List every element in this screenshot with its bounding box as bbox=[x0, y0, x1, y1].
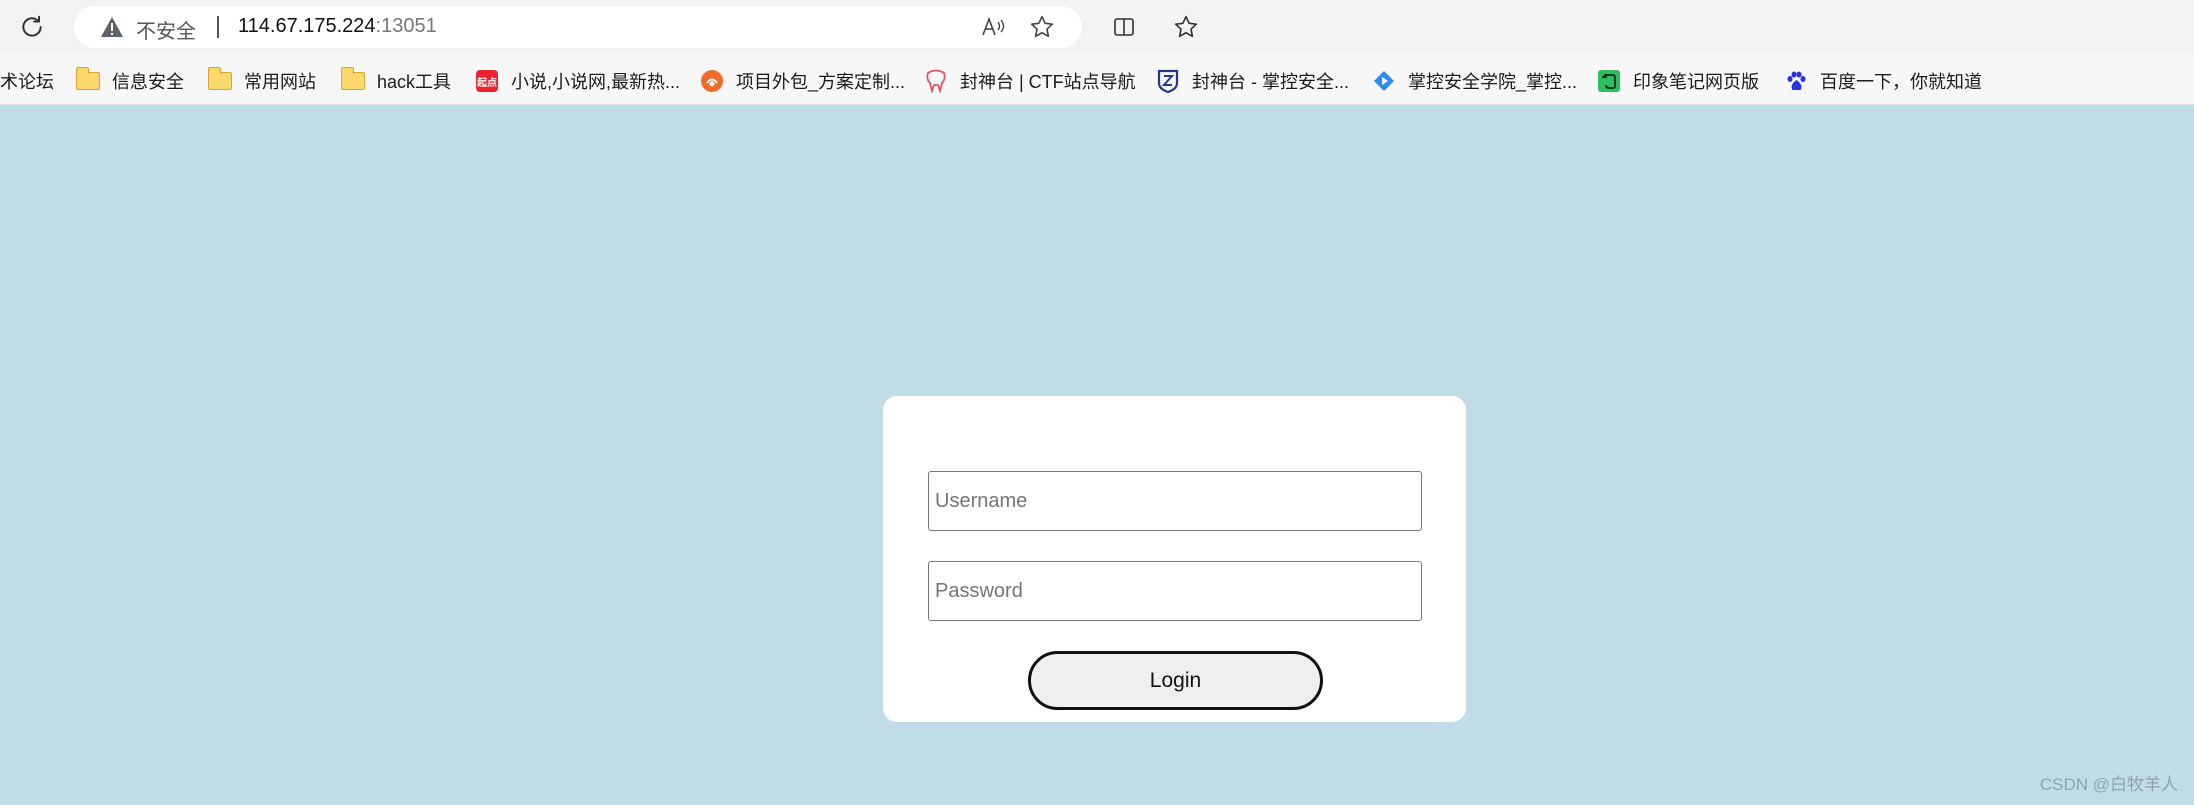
reload-button[interactable] bbox=[12, 7, 52, 47]
baidu-paw-icon bbox=[1784, 70, 1808, 92]
bookmark-label: 掌控安全学院_掌控... bbox=[1408, 72, 1578, 92]
bookmark-label: 信息安全 bbox=[112, 72, 184, 92]
bookmark-5[interactable]: 项目外包_方案定制... bbox=[700, 66, 905, 96]
split-screen-button[interactable] bbox=[1104, 7, 1144, 47]
username-input[interactable] bbox=[928, 471, 1422, 531]
bookmark-label: hack工具 bbox=[377, 72, 452, 92]
bookmark-label: 小说,小说网,最新热... bbox=[511, 72, 681, 92]
read-aloud-button[interactable] bbox=[978, 12, 1010, 42]
bookmark-label: 印象笔记网页版 bbox=[1633, 72, 1759, 92]
bookmark-4[interactable]: 起点 小说,小说网,最新热... bbox=[475, 66, 680, 96]
reload-icon bbox=[22, 15, 42, 37]
favorites-star-icon bbox=[1174, 15, 1198, 38]
folder-icon bbox=[208, 67, 232, 92]
browser-toolbar: 不安全 114.67.175.224:13051 bbox=[0, 0, 2194, 54]
url-host: 114.67.175.224 bbox=[238, 15, 376, 37]
split-screen-icon bbox=[1114, 18, 1134, 36]
bookmark-label: 常用网站 bbox=[244, 72, 316, 92]
warning-icon[interactable] bbox=[100, 16, 124, 38]
evernote-icon bbox=[1597, 70, 1621, 92]
bookmark-label: 封神台 | CTF站点导航 bbox=[960, 72, 1136, 92]
orange-circle-icon bbox=[700, 70, 724, 92]
bookmark-label: 项目外包_方案定制... bbox=[736, 72, 906, 92]
folder-icon bbox=[341, 67, 365, 92]
bookmark-0[interactable]: 术论坛 bbox=[0, 66, 54, 96]
bookmark-folder-3[interactable]: hack工具 bbox=[341, 66, 451, 96]
folder-icon bbox=[76, 67, 100, 92]
bookmark-6[interactable]: 封神台 | CTF站点导航 bbox=[924, 66, 1136, 96]
shield-icon bbox=[1156, 69, 1180, 93]
url-port: :13051 bbox=[375, 15, 437, 37]
bookmark-label: 术论坛 bbox=[0, 72, 54, 92]
bookmark-label: 封神台 - 掌控安全... bbox=[1192, 72, 1349, 92]
read-aloud-icon bbox=[982, 16, 1005, 36]
address-bar[interactable]: 不安全 114.67.175.224:13051 bbox=[74, 6, 1082, 48]
bookmark-10[interactable]: 百度一下，你就知道 bbox=[1784, 66, 1982, 96]
bookmark-label: 百度一下，你就知道 bbox=[1820, 72, 1982, 92]
qidian-icon: 起点 bbox=[475, 70, 499, 92]
url-text[interactable]: 114.67.175.224:13051 bbox=[238, 15, 437, 38]
star-icon bbox=[1030, 15, 1054, 38]
browser-window: 不安全 114.67.175.224:13051 术论坛 信息安全 常用网站 h… bbox=[0, 0, 2194, 805]
bookmark-folder-2[interactable]: 常用网站 bbox=[208, 66, 316, 96]
add-favorite-button[interactable] bbox=[1026, 12, 1058, 42]
bookmark-9[interactable]: 印象笔记网页版 bbox=[1597, 66, 1759, 96]
diamond-icon bbox=[1372, 70, 1396, 92]
password-input[interactable] bbox=[928, 561, 1422, 621]
security-status-label[interactable]: 不安全 bbox=[136, 15, 196, 44]
favorites-button[interactable] bbox=[1166, 7, 1206, 47]
bookmark-7[interactable]: 封神台 - 掌控安全... bbox=[1156, 66, 1349, 96]
login-card: Login bbox=[883, 396, 1466, 722]
watermark-text: CSDN @白牧羊人 bbox=[2039, 775, 2178, 794]
address-divider bbox=[217, 16, 219, 38]
bookmarks-bar: 术论坛 信息安全 常用网站 hack工具 起点 小说,小说网,最新热... 项目… bbox=[0, 54, 2194, 105]
login-button[interactable]: Login bbox=[1028, 651, 1323, 710]
bookmark-8[interactable]: 掌控安全学院_掌控... bbox=[1372, 66, 1577, 96]
tooth-icon bbox=[924, 69, 948, 93]
bookmark-folder-1[interactable]: 信息安全 bbox=[76, 66, 184, 96]
